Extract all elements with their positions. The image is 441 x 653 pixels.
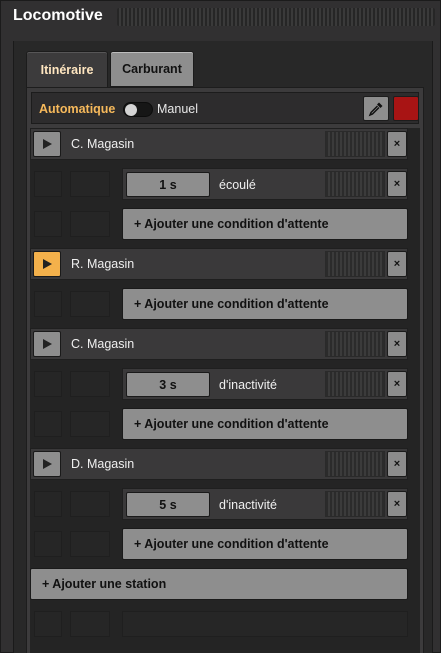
drag-handle[interactable] (117, 8, 435, 26)
play-icon (43, 259, 52, 269)
close-button[interactable]: × (387, 491, 407, 517)
drag-grip[interactable] (325, 331, 385, 357)
empty-slot (70, 211, 110, 237)
empty-slot (70, 491, 110, 517)
window-title: Locomotive (13, 7, 103, 24)
schedule-list: C. Magasin × 1 s écoulé × + Ajouter une … (30, 128, 420, 653)
drag-grip[interactable] (325, 251, 385, 277)
station-name: R. Magasin (71, 257, 135, 271)
play-button[interactable] (33, 251, 61, 277)
empty-slot (34, 491, 62, 517)
mode-toggle[interactable] (123, 102, 153, 117)
empty-slot (70, 371, 110, 397)
automatic-label: Automatique (39, 102, 116, 116)
empty-slot (70, 411, 110, 437)
condition-row[interactable]: 3 s d'inactivité × (122, 368, 408, 400)
empty-slot (34, 291, 62, 317)
empty-slot (34, 531, 62, 557)
play-button[interactable] (33, 451, 61, 477)
locomotive-window: Locomotive Itinéraire Carburant Automati… (0, 0, 441, 653)
empty-slot (122, 611, 408, 637)
close-button[interactable]: × (387, 131, 407, 157)
empty-slot (34, 211, 62, 237)
condition-label: écoulé (219, 178, 256, 192)
play-icon (43, 459, 52, 469)
empty-slot (70, 171, 110, 197)
condition-value[interactable]: 1 s (126, 172, 210, 197)
empty-slot (34, 171, 62, 197)
tab-itineraire[interactable]: Itinéraire (26, 51, 108, 87)
titlebar[interactable]: Locomotive (1, 1, 440, 33)
station-row[interactable]: C. Magasin × (30, 128, 408, 160)
eyedropper-icon (368, 102, 383, 116)
play-icon (43, 339, 52, 349)
add-condition-button[interactable]: + Ajouter une condition d'attente (122, 528, 408, 560)
eyedropper-button[interactable] (363, 96, 389, 121)
station-row[interactable]: C. Magasin × (30, 328, 408, 360)
window-content: Itinéraire Carburant Automatique Manuel (13, 41, 433, 653)
play-button[interactable] (33, 331, 61, 357)
add-station-button[interactable]: + Ajouter une station (30, 568, 408, 600)
mode-bar: Automatique Manuel (31, 92, 419, 124)
station-name: C. Magasin (71, 337, 135, 351)
toggle-knob (125, 104, 137, 116)
condition-label: d'inactivité (219, 498, 277, 512)
condition-label: d'inactivité (219, 378, 277, 392)
drag-grip[interactable] (325, 451, 385, 477)
station-name: D. Magasin (71, 457, 135, 471)
play-button[interactable] (33, 131, 61, 157)
drag-grip[interactable] (325, 371, 385, 397)
add-condition-button[interactable]: + Ajouter une condition d'attente (122, 288, 408, 320)
manual-label: Manuel (157, 102, 198, 116)
close-button[interactable]: × (387, 331, 407, 357)
empty-slot (34, 411, 62, 437)
play-icon (43, 139, 52, 149)
close-button[interactable]: × (387, 171, 407, 197)
station-row[interactable]: D. Magasin × (30, 448, 408, 480)
empty-slot (70, 531, 110, 557)
color-button[interactable] (393, 96, 419, 121)
close-button[interactable]: × (387, 451, 407, 477)
condition-row[interactable]: 5 s d'inactivité × (122, 488, 408, 520)
empty-slot (34, 611, 62, 637)
add-condition-button[interactable]: + Ajouter une condition d'attente (122, 208, 408, 240)
scrollbar[interactable] (412, 128, 420, 653)
tab-carburant[interactable]: Carburant (110, 51, 194, 87)
schedule-panel: Automatique Manuel C. Magasin × 1 s écou… (26, 87, 424, 653)
empty-slot (70, 611, 110, 637)
drag-grip[interactable] (325, 171, 385, 197)
station-name: C. Magasin (71, 137, 135, 151)
add-condition-button[interactable]: + Ajouter une condition d'attente (122, 408, 408, 440)
condition-value[interactable]: 3 s (126, 372, 210, 397)
close-button[interactable]: × (387, 251, 407, 277)
empty-slot (34, 371, 62, 397)
close-button[interactable]: × (387, 371, 407, 397)
drag-grip[interactable] (325, 491, 385, 517)
empty-slot (70, 291, 110, 317)
condition-value[interactable]: 5 s (126, 492, 210, 517)
station-row[interactable]: R. Magasin × (30, 248, 408, 280)
drag-grip[interactable] (325, 131, 385, 157)
condition-row[interactable]: 1 s écoulé × (122, 168, 408, 200)
